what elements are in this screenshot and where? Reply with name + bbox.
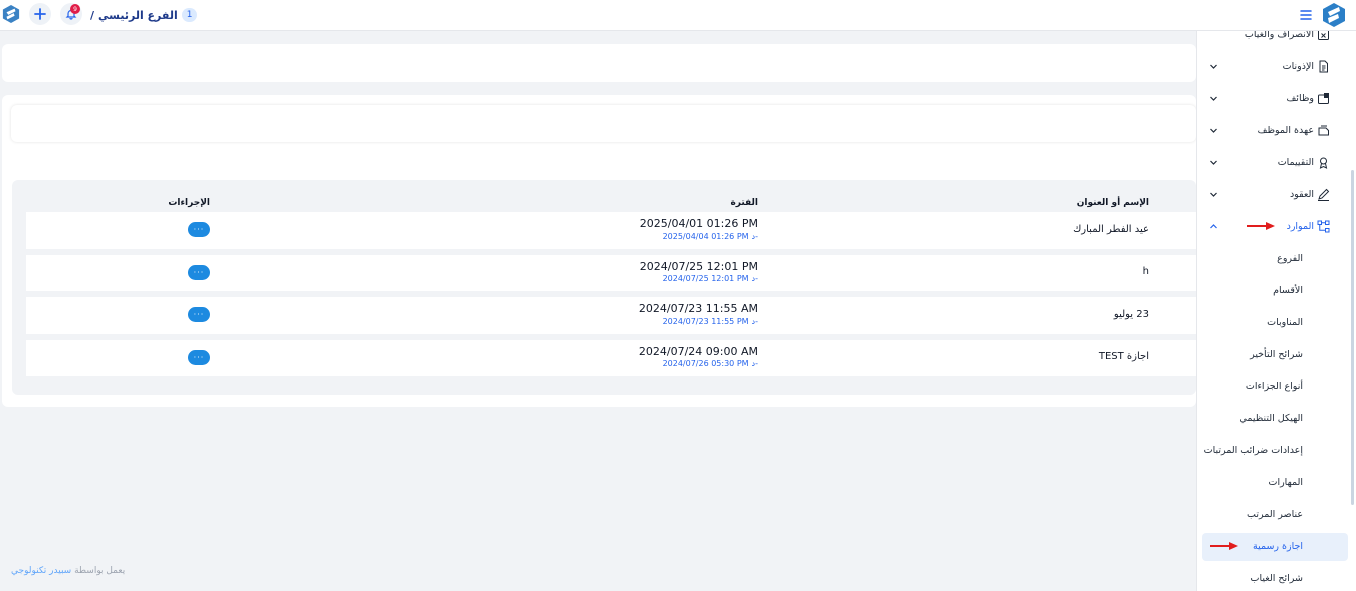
row-end-prefix: د‐ [751, 359, 758, 368]
row-name: h [1142, 266, 1149, 277]
header-name: الإسم أو العنوان [1076, 198, 1149, 208]
row-end-date: 2024/07/25 12:01 PM [662, 274, 749, 283]
search-bar-card[interactable] [11, 105, 1196, 142]
row-end-prefix: د‐ [751, 232, 758, 241]
row-name: عيد الفطر المبارك [1073, 224, 1149, 235]
sidebar-subitem-label: شرائح الغياب [1250, 573, 1303, 584]
sidebar-subitem-penalty-types[interactable]: أنواع الجزاءات [1202, 373, 1348, 401]
row-start-date: 2024/07/25 12:01 PM [639, 260, 758, 273]
notification-count-badge: 9 [70, 4, 80, 14]
sidebar-subitem-salary-tax[interactable]: إعدادات ضرائب المرتبات [1202, 437, 1348, 465]
sidebar-item-custody[interactable]: عهدة الموظف [1202, 117, 1348, 145]
plus-icon [34, 8, 46, 20]
sidebar-item-contracts[interactable]: العقود [1202, 181, 1348, 209]
sidebar-subitem-label: اجازة رسمية [1253, 541, 1303, 552]
table-row[interactable]: اجازة TEST 2024/07/24 09:00 AM 2024/07/2… [26, 340, 1196, 376]
footer-credit: يعمل بواسطة سبيدر تكنولوجي [11, 566, 125, 576]
brand-logo-icon[interactable] [1322, 2, 1346, 28]
row-end-date: 2024/07/23 11:55 PM [662, 317, 749, 326]
actions-button[interactable]: ··· [188, 350, 210, 365]
chevron-down-icon [1210, 160, 1217, 165]
sidebar-subitem-shifts[interactable]: المناوبات [1202, 309, 1348, 337]
sidebar-subitem-salary-elements[interactable]: عناصر المرتب [1202, 501, 1348, 529]
sidebar: الانصراف والغياب الإذونات وظائف عهدة الم… [1196, 31, 1356, 591]
sidebar-item-ratings[interactable]: التقييمات [1202, 149, 1348, 177]
chevron-up-icon [1210, 224, 1217, 229]
actions-button[interactable]: ··· [188, 222, 210, 237]
sidebar-subitem-label: إعدادات ضرائب المرتبات [1203, 445, 1303, 456]
chevron-down-icon [1210, 96, 1217, 101]
top-bar: 9 1 الفرع الرئيسي / [0, 0, 1356, 31]
header-actions: الإجراءات [168, 198, 210, 208]
sidebar-subitem-label: المناوبات [1267, 317, 1303, 328]
header-period: الفترة [730, 198, 758, 208]
sidebar-item-jobs[interactable]: وظائف [1202, 85, 1348, 113]
row-name: اجازة TEST [1098, 351, 1149, 362]
breadcrumb-branch[interactable]: الفرع الرئيسي [98, 9, 178, 22]
rating-icon [1319, 157, 1328, 169]
actions-button[interactable]: ··· [188, 265, 210, 280]
row-end-prefix: د‐ [751, 274, 758, 283]
sidebar-item-label: وظائف [1286, 93, 1314, 104]
sidebar-subitem-label: شرائح التأخير [1250, 349, 1303, 360]
sidebar-subitem-label: أنواع الجزاءات [1245, 381, 1303, 392]
sidebar-subitem-skills[interactable]: المهارات [1202, 469, 1348, 497]
sidebar-subitem-late-tiers[interactable]: شرائح التأخير [1202, 341, 1348, 369]
chevron-down-icon [1210, 192, 1217, 197]
row-start-date: 2024/07/23 11:55 AM [638, 302, 758, 315]
sidebar-subitem-absence-tiers[interactable]: شرائح الغياب [1202, 565, 1348, 591]
filter-card [2, 44, 1196, 82]
row-start-date: 2025/04/01 01:26 PM [639, 217, 758, 230]
sidebar-subitem-label: عناصر المرتب [1247, 509, 1303, 520]
document-icon [1319, 60, 1328, 73]
hierarchy-icon [1317, 220, 1330, 233]
chevron-down-icon [1210, 128, 1217, 133]
sidebar-subitem-label: الهيكل التنظيمي [1239, 413, 1303, 424]
sidebar-subitem-departments[interactable]: الأقسام [1202, 277, 1348, 305]
chevron-down-icon [1210, 64, 1217, 69]
breadcrumb-separator: / [90, 8, 95, 22]
sidebar-item-label: العقود [1289, 189, 1314, 200]
sidebar-item-permissions[interactable]: الإذونات [1202, 53, 1348, 81]
sidebar-subitem-branches[interactable]: الفروع [1202, 245, 1348, 273]
add-button[interactable] [29, 3, 51, 25]
sidebar-item-label: الانصراف والغياب [1244, 31, 1314, 40]
pen-icon [1318, 188, 1330, 201]
calendar-x-icon [1318, 31, 1329, 40]
jobs-icon [1318, 93, 1329, 104]
sidebar-subitem-label: الفروع [1277, 253, 1303, 264]
row-name: 23 يوليو [1113, 309, 1149, 320]
footer-text: يعمل بواسطة [74, 566, 126, 576]
sidebar-item-label: الموارد [1286, 221, 1314, 232]
footer-brand-link[interactable]: سبيدر تكنولوجي [11, 566, 71, 576]
sidebar-subitem-label: المهارات [1268, 477, 1303, 488]
row-start-date: 2024/07/24 09:00 AM [638, 345, 758, 358]
app-logo-icon[interactable] [2, 4, 20, 24]
row-end-date: 2024/07/26 05:30 PM [662, 359, 749, 368]
actions-button[interactable]: ··· [188, 307, 210, 322]
sidebar-subitem-label: الأقسام [1273, 285, 1303, 296]
sidebar-item-label: التقييمات [1277, 157, 1314, 168]
menu-toggle-icon[interactable] [1298, 7, 1314, 23]
red-arrow-icon [1247, 222, 1275, 230]
table-row[interactable]: 23 يوليو 2024/07/23 11:55 AM 2024/07/23 … [26, 297, 1196, 334]
sidebar-item-label: الإذونات [1282, 61, 1314, 72]
breadcrumb[interactable]: 1 الفرع الرئيسي / [90, 7, 198, 23]
red-arrow-icon [1210, 542, 1238, 550]
sidebar-scrollbar[interactable] [1351, 170, 1354, 505]
sidebar-item-attendance[interactable]: الانصراف والغياب [1202, 31, 1348, 49]
sidebar-subitem-org-structure[interactable]: الهيكل التنظيمي [1202, 405, 1348, 433]
sidebar-item-label: عهدة الموظف [1257, 125, 1314, 136]
row-end-date: 2025/04/04 01:26 PM [662, 232, 749, 241]
row-end-prefix: د‐ [751, 317, 758, 326]
table-row[interactable]: عيد الفطر المبارك 2025/04/01 01:26 PM 20… [26, 212, 1196, 249]
breadcrumb-number: 1 [181, 8, 198, 22]
table-row[interactable]: h 2024/07/25 12:01 PM 2024/07/25 12:01 P… [26, 255, 1196, 291]
custody-icon [1318, 125, 1329, 136]
